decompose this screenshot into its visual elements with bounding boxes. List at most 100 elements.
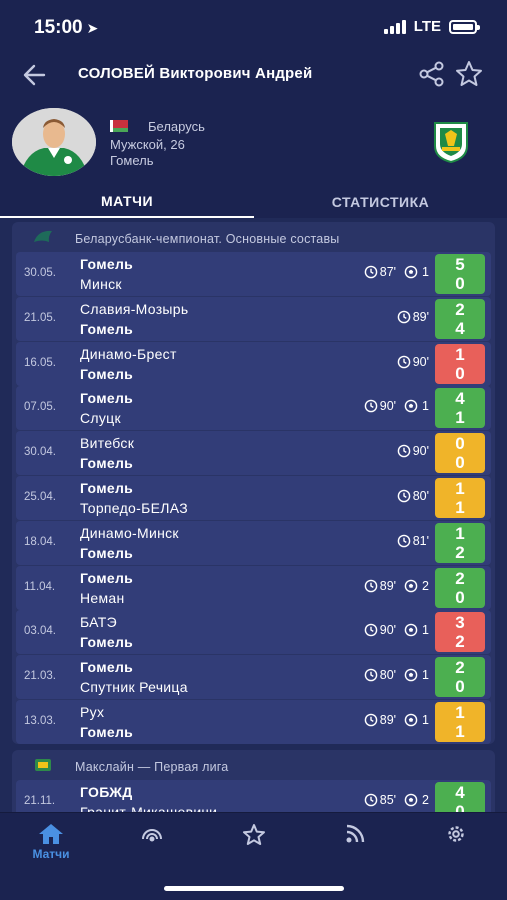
ball-icon [404, 265, 418, 279]
league-logo-icon [35, 759, 51, 771]
clock-icon [397, 534, 411, 548]
away-score: 0 [455, 587, 465, 607]
away-team: Гомель [80, 365, 134, 382]
clock-icon [364, 579, 378, 592]
home-team: Гомель [80, 659, 134, 676]
ball-icon [404, 579, 418, 592]
ball-icon [404, 400, 418, 413]
match-row[interactable]: 18.04. Динамо-Минск Гомель 81' 1 2 [16, 520, 491, 565]
goals-scored: 1 [422, 623, 429, 638]
match-row[interactable]: 11.04. Гомель Неман 89' 2 2 0 [16, 565, 491, 610]
match-date: 21.05. [24, 311, 56, 324]
match-date: 21.11. [24, 795, 56, 807]
status-indicators: LTE [383, 18, 480, 35]
nav-live[interactable] [122, 823, 182, 871]
clock-icon [364, 713, 378, 727]
home-team: Рух [80, 704, 105, 720]
match-row[interactable]: 03.04. БАТЭ Гомель 90' 1 3 2 [16, 610, 491, 655]
score-badge: 11 [435, 478, 485, 518]
score-badge: 12 [435, 522, 485, 563]
league-header: Беларусбанк-чемпионат. Основные составы [12, 222, 495, 252]
league-name: Макслайн — Первая лига [75, 760, 229, 774]
player-match-stats: 90' 1 [364, 623, 429, 637]
location-arrow-icon: ➤ [86, 20, 99, 36]
match-row[interactable]: 16.05. Динамо-Брест Гомель 90' 1 0 [16, 341, 491, 386]
status-time: 15:00 ➤ [34, 17, 98, 39]
minutes-played: 90' [412, 354, 429, 369]
league-name: Беларусбанк-чемпионат. Основные составы [75, 232, 340, 246]
score-badge: 24 [435, 298, 485, 339]
player-match-stats: 85' 2 [364, 793, 429, 807]
score-badge: 00 [435, 433, 485, 474]
minutes-played: 87' [379, 265, 397, 279]
home-score: 1 [455, 479, 465, 498]
home-score: 1 [455, 344, 465, 364]
match-date: 25.04. [24, 491, 56, 503]
score-badge: 20 [435, 657, 485, 698]
away-score: 0 [455, 453, 465, 473]
goals-scored: 2 [422, 578, 429, 593]
home-team: Гомель [80, 390, 134, 407]
player-match-stats: 89' [397, 310, 429, 324]
match-date: 07.05. [24, 401, 56, 414]
home-score: 5 [455, 255, 465, 274]
minutes-played: 81' [412, 533, 429, 548]
clock-icon [397, 355, 411, 368]
player-match-stats: 90' [397, 444, 429, 458]
home-team: Витебск [80, 435, 135, 452]
ball-icon [404, 668, 418, 682]
nav-settings[interactable] [426, 823, 486, 871]
league-logo-icon [34, 230, 52, 242]
flag-icon [110, 120, 128, 132]
signal-icon [383, 19, 406, 34]
match-row[interactable]: 30.04. Витебск Гомель 90' 0 0 [16, 431, 491, 476]
away-score: 4 [455, 318, 465, 338]
away-team: Слуцк [80, 410, 121, 427]
match-row[interactable]: 25.04. Гомель Торпедо-БЕЛАЗ 80' 1 1 [16, 476, 491, 520]
match-row[interactable]: 13.03. Рух Гомель 89' 1 1 1 [16, 700, 491, 744]
share-button[interactable] [418, 60, 446, 88]
ball-icon [404, 624, 418, 637]
minutes-played: 89' [379, 578, 397, 593]
clock-icon [397, 310, 411, 324]
home-score: 1 [455, 703, 465, 722]
arrow-left-icon [23, 64, 46, 86]
match-row[interactable]: 30.05. Гомель Минск 87' 1 5 0 [16, 252, 491, 296]
favorite-button[interactable] [454, 59, 484, 89]
clock-icon [364, 624, 378, 637]
match-date: 13.03. [24, 715, 56, 727]
minutes-played: 80' [379, 668, 397, 683]
nav-news[interactable] [325, 823, 385, 871]
player-match-stats: 80' [397, 489, 429, 503]
tab-matches[interactable]: МАТЧИ [0, 186, 254, 218]
goals-scored: 1 [422, 668, 429, 683]
away-team: Гомель [80, 455, 134, 472]
clock-icon [364, 265, 378, 279]
broadcast-icon [142, 829, 162, 842]
player-match-stats: 89' 2 [364, 579, 429, 593]
minutes-played: 85' [379, 793, 397, 807]
clock-icon [364, 668, 378, 682]
back-button[interactable] [20, 60, 50, 90]
app-header: СОЛОВЕЙ Викторович Андрей [0, 52, 507, 98]
away-team: Гранит-Микашевичи [80, 804, 218, 812]
score-badge: 11 [435, 702, 485, 742]
match-row[interactable]: 21.11. ГОБЖД Гранит-Микашевичи 85' 2 4 0 [16, 780, 491, 812]
match-row[interactable]: 21.03. Гомель Спутник Речица 80' 1 2 0 [16, 655, 491, 700]
match-row[interactable]: 21.05. Славия-Мозырь Гомель 89' 2 4 [16, 296, 491, 341]
home-team: Гомель [80, 480, 134, 496]
matches-list[interactable]: Беларусбанк-чемпионат. Основные составы … [0, 218, 507, 812]
match-row[interactable]: 07.05. Гомель Слуцк 90' 1 4 1 [16, 386, 491, 431]
match-date: 21.03. [24, 670, 56, 683]
score-badge: 20 [435, 567, 485, 608]
nav-favorites[interactable] [224, 823, 284, 871]
club-logo[interactable] [432, 120, 470, 164]
status-bar: 15:00 ➤ LTE [0, 0, 507, 52]
score-badge: 32 [435, 612, 485, 653]
nav-matches[interactable]: Матчи [21, 823, 81, 871]
home-team: Гомель [80, 256, 134, 272]
tab-statistics[interactable]: СТАТИСТИКА [254, 186, 507, 218]
player-gender-age: Мужской, 26 [110, 137, 185, 152]
clock-icon [364, 793, 378, 807]
minutes-played: 90' [379, 623, 397, 638]
